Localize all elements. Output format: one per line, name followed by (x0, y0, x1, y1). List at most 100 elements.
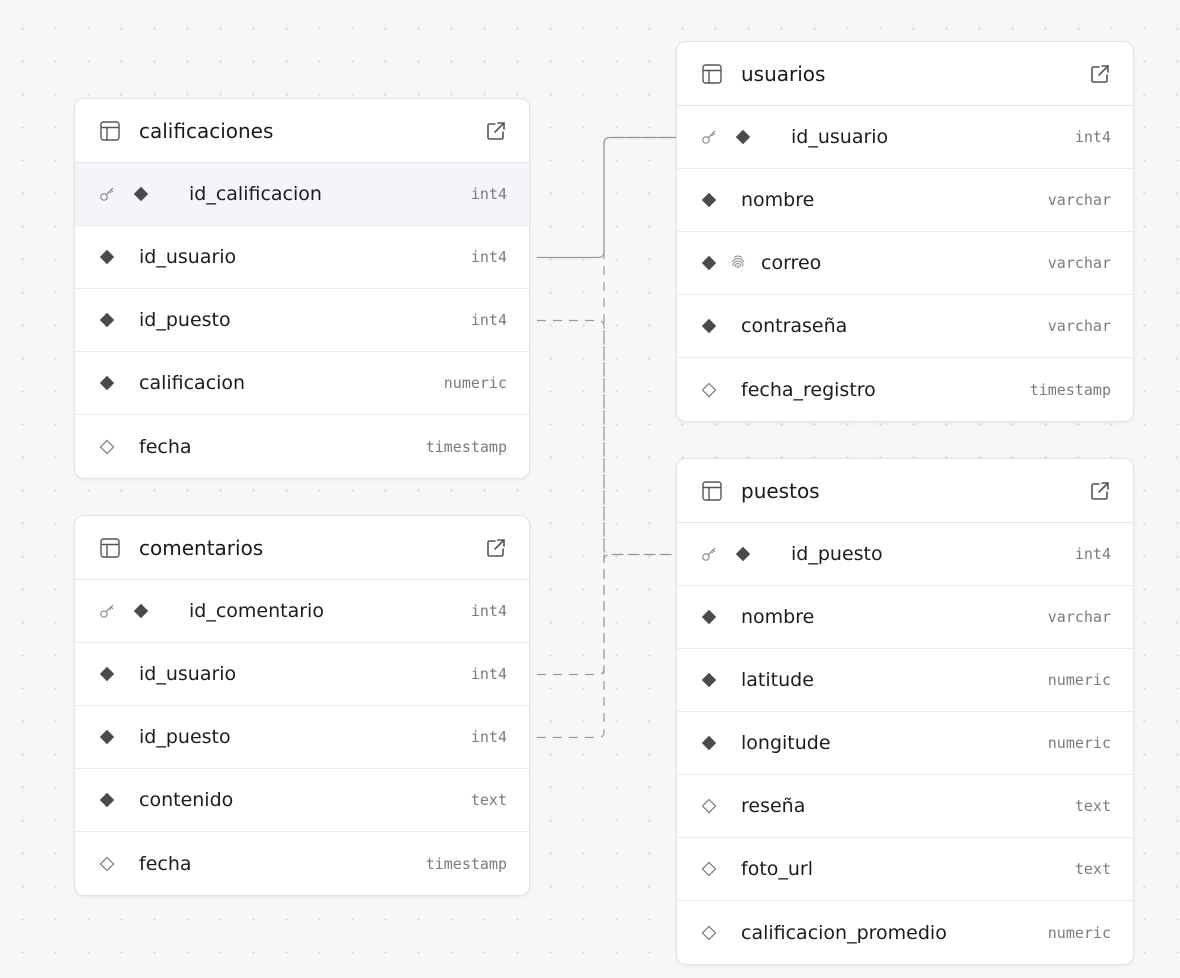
not-null-marker-icon (701, 192, 717, 208)
column-type: numeric (1047, 671, 1111, 689)
column-row-id-puesto[interactable]: id_puesto int4 (75, 289, 529, 352)
table-header: usuarios (677, 42, 1133, 106)
column-row-nombre[interactable]: nombre varchar (677, 169, 1133, 232)
column-row-calificacion[interactable]: calificacion numeric (75, 352, 529, 415)
column-row-id-usuario[interactable]: id_usuario int4 (75, 226, 529, 289)
column-name: id_usuario (791, 126, 889, 148)
column-name: calificacion (139, 372, 246, 394)
not-null-marker-icon (99, 249, 115, 265)
column-row-id-usuario[interactable]: id_usuario int4 (75, 643, 529, 706)
column-name: foto_url (741, 858, 814, 880)
relationship-line (537, 319, 677, 556)
table-card-calificaciones[interactable]: calificaciones id_calificacion int4 id_usua… (74, 98, 530, 479)
column-type: timestamp (1029, 380, 1111, 399)
column-row-contenido[interactable]: contenido text (75, 769, 529, 832)
relationship-line (537, 136, 677, 676)
column-row-foto-url[interactable]: foto_url text (677, 838, 1133, 901)
column-type: varchar (1047, 317, 1111, 335)
column-type: varchar (1047, 191, 1111, 209)
column-name: fecha (139, 852, 192, 875)
nullable-marker-icon (701, 861, 717, 877)
external-link-icon[interactable] (1089, 480, 1111, 502)
column-name: nombre (741, 606, 815, 628)
table-name: calificaciones (139, 118, 274, 143)
table-icon (701, 63, 723, 85)
column-type: numeric (1047, 734, 1111, 752)
column-row-fecha[interactable]: fecha timestamp (75, 415, 529, 478)
column-type: text (1074, 860, 1111, 878)
column-name: id_puesto (139, 309, 231, 331)
not-null-marker-icon (99, 729, 115, 745)
column-name: reseña (741, 795, 806, 817)
column-type: timestamp (425, 854, 507, 873)
column-type: int4 (1074, 545, 1111, 563)
column-name: id_calificacion (189, 183, 322, 205)
table-card-puestos[interactable]: puestos id_puesto int4 nombre varchar latitud… (676, 458, 1134, 965)
column-name: id_puesto (791, 543, 883, 565)
column-row-longitude[interactable]: longitude numeric (677, 712, 1133, 775)
column-type: int4 (470, 728, 507, 746)
column-row-id-calificacion[interactable]: id_calificacion int4 (75, 163, 529, 226)
table-icon (99, 537, 121, 559)
nullable-marker-icon (701, 925, 717, 941)
not-null-marker-icon (701, 318, 717, 334)
relationship-line (537, 136, 677, 259)
column-row-fecha-registro[interactable]: fecha_registro timestamp (677, 358, 1133, 421)
column-row-calificacion-promedio[interactable]: calificacion_promedio numeric (677, 901, 1133, 964)
column-name: contraseña (741, 315, 848, 337)
not-null-marker-icon (735, 546, 751, 562)
column-row-id-puesto[interactable]: id_puesto int4 (75, 706, 529, 769)
column-type: int4 (470, 185, 507, 203)
not-null-marker-icon (133, 186, 149, 202)
column-name: nombre (741, 189, 815, 211)
table-icon (99, 120, 121, 142)
key-icon (99, 603, 121, 619)
not-null-marker-icon (99, 666, 115, 682)
nullable-marker-icon (701, 382, 717, 398)
table-card-usuarios[interactable]: usuarios id_usuario int4 nombre varchar corre… (676, 41, 1134, 422)
column-type: varchar (1047, 254, 1111, 272)
external-link-icon[interactable] (485, 537, 507, 559)
column-row-nombre[interactable]: nombre varchar (677, 586, 1133, 649)
column-name: fecha_registro (741, 378, 876, 401)
column-row-fecha[interactable]: fecha timestamp (75, 832, 529, 895)
table-icon (701, 480, 723, 502)
column-row-correo[interactable]: correo varchar (677, 232, 1133, 295)
column-type: int4 (470, 665, 507, 683)
column-type: int4 (470, 602, 507, 620)
external-link-icon[interactable] (485, 120, 507, 142)
not-null-marker-icon (701, 609, 717, 625)
key-icon (99, 186, 121, 202)
nullable-marker-icon (99, 439, 115, 455)
column-row-id-puesto[interactable]: id_puesto int4 (677, 523, 1133, 586)
external-link-icon[interactable] (1089, 63, 1111, 85)
table-card-comentarios[interactable]: comentarios id_comentario int4 id_usuario in… (74, 515, 530, 896)
table-header: comentarios (75, 516, 529, 580)
column-name: contenido (139, 789, 234, 811)
fingerprint-icon (729, 254, 747, 272)
column-name: id_usuario (139, 246, 237, 268)
relationship-line (537, 553, 677, 739)
table-name: usuarios (741, 61, 826, 86)
column-type: timestamp (425, 437, 507, 456)
not-null-marker-icon (701, 255, 717, 271)
column-type: int4 (1074, 128, 1111, 146)
column-row-contrasea[interactable]: contraseña varchar (677, 295, 1133, 358)
column-type: int4 (470, 311, 507, 329)
table-header: puestos (677, 459, 1133, 523)
column-row-id-comentario[interactable]: id_comentario int4 (75, 580, 529, 643)
column-row-id-usuario[interactable]: id_usuario int4 (677, 106, 1133, 169)
not-null-marker-icon (133, 603, 149, 619)
column-name: id_usuario (139, 663, 237, 685)
key-icon (701, 129, 723, 145)
table-name: comentarios (139, 535, 264, 560)
column-name: correo (761, 252, 822, 274)
column-name: fecha (139, 435, 192, 458)
not-null-marker-icon (99, 312, 115, 328)
column-row-resea[interactable]: reseña text (677, 775, 1133, 838)
key-icon (701, 546, 723, 562)
nullable-marker-icon (99, 856, 115, 872)
column-name: calificacion_promedio (741, 921, 947, 944)
column-row-latitude[interactable]: latitude numeric (677, 649, 1133, 712)
not-null-marker-icon (701, 672, 717, 688)
